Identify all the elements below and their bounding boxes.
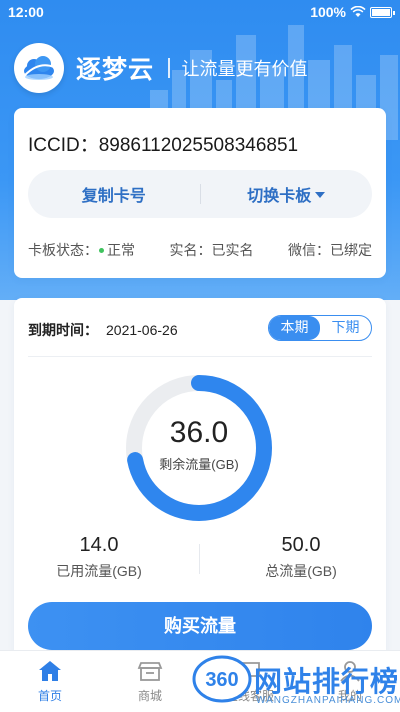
tab-home[interactable]: 首页 [0, 651, 100, 712]
tab-profile[interactable]: 我的 [300, 651, 400, 712]
realname-value: 已实名 [211, 242, 254, 258]
tab-home-label: 首页 [37, 689, 62, 703]
expiry-label: 到期时间： [28, 322, 98, 338]
user-icon [340, 661, 360, 682]
remaining-value: 36.0 [169, 416, 229, 449]
expiry-line: 到期时间： 2021-06-26 [28, 320, 178, 340]
total-value: 50.0 [281, 534, 321, 556]
card-status: 卡板状态： 正常 [28, 240, 135, 260]
app-logo [14, 43, 64, 93]
expiry-date: 2021-06-26 [106, 322, 178, 338]
tab-store[interactable]: 商城 [100, 651, 200, 712]
switch-button-label: 切换卡板 [247, 188, 312, 205]
buy-data-button[interactable]: 购买流量 [28, 602, 372, 650]
total-label: 总流量(GB) [265, 563, 337, 579]
wechat-value: 已绑定 [330, 242, 372, 258]
used-label: 已用流量(GB) [56, 563, 142, 579]
switch-card-button[interactable]: 切换卡板 [201, 170, 373, 218]
card-status-value: 正常 [107, 242, 135, 258]
tab-store-label: 商城 [137, 689, 162, 703]
usage-panel: 到期时间： 2021-06-26 本期 下期 36.0 剩余流量(GB) 14.0… [14, 298, 386, 658]
tab-current-period[interactable]: 本期 [269, 316, 320, 340]
status-dot-icon [99, 247, 104, 253]
cloud-logo-icon [24, 56, 55, 80]
realname-label: 实名： [169, 242, 212, 258]
ring-center: 36.0 剩余流量(GB) [124, 416, 274, 473]
tab-next-period[interactable]: 下期 [320, 316, 371, 340]
tab-profile-label: 我的 [337, 689, 362, 703]
brand-header: 逐梦云 让流量更有价值 [14, 42, 308, 94]
battery-icon [370, 6, 395, 18]
used-stat: 14.0 已用流量(GB) [24, 534, 174, 581]
app-name: 逐梦云 [76, 56, 155, 84]
iccid-value: 89861120255083468​51 [98, 135, 299, 156]
caret-down-icon [315, 192, 326, 198]
copy-card-number-button[interactable]: 复制卡号 [28, 170, 200, 218]
chat-icon [240, 662, 260, 682]
card-status-label: 卡板状态： [28, 242, 98, 258]
card-actions: 复制卡号 切换卡板 [28, 170, 372, 218]
tab-support-label: 在线客服 [225, 689, 274, 703]
copy-button-label: 复制卡号 [81, 188, 146, 205]
wifi-icon [350, 6, 366, 17]
status-time: 12:00 [8, 4, 44, 20]
store-icon [137, 662, 163, 681]
home-icon [39, 661, 61, 681]
tab-support[interactable]: 在线客服 [200, 651, 300, 712]
iccid-line: ICCID：89861120255083468​51 [28, 130, 298, 157]
divider [28, 356, 372, 357]
status-right: 100% [310, 4, 395, 20]
status-bar: 12:00 100% [0, 0, 400, 24]
stat-divider [199, 544, 200, 574]
wechat-label: 微信： [288, 242, 330, 258]
wechat-status: 微信： 已绑定 [288, 240, 372, 260]
battery-percent: 100% [310, 4, 346, 20]
app-slogan: 让流量更有价值 [181, 59, 308, 79]
card-status-row: 卡板状态： 正常 实名： 已实名 微信： 已绑定 [28, 240, 372, 260]
brand-divider [168, 58, 170, 78]
bottom-tab-bar: 首页 商城 在线客服 我的 [0, 650, 400, 712]
realname-status: 实名： 已实名 [170, 240, 254, 260]
sim-card-panel: ICCID：89861120255083468​51 复制卡号 切换卡板 卡板状… [14, 108, 386, 278]
total-stat: 50.0 总流量(GB) [226, 534, 376, 581]
remaining-label: 剩余流量(GB) [159, 457, 239, 472]
iccid-label: ICCID： [28, 135, 99, 156]
used-value: 14.0 [79, 534, 119, 556]
period-toggle: 本期 下期 [268, 315, 372, 341]
